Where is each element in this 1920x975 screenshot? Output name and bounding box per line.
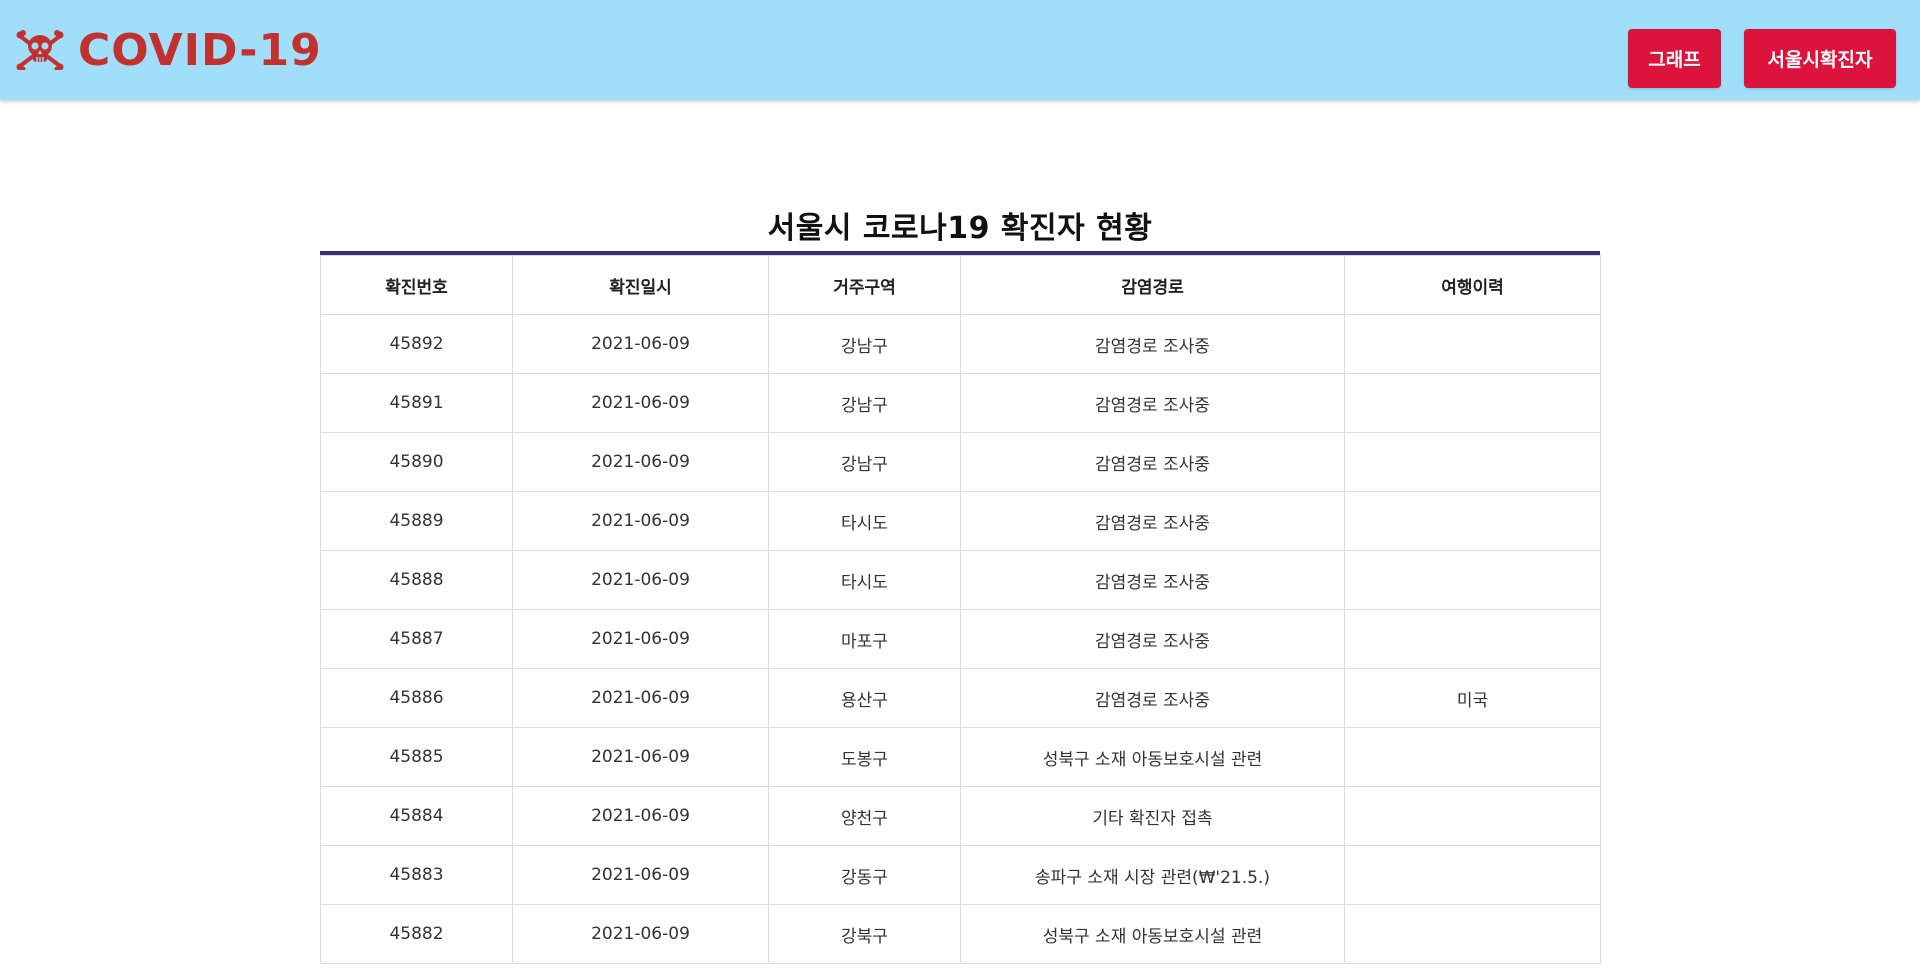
cell-travel-history [1344, 314, 1601, 374]
cell-travel-history [1344, 845, 1601, 905]
cell-district: 강남구 [768, 373, 961, 433]
cell-date: 2021-06-09 [512, 491, 769, 551]
logo-text: COVID-19 [78, 24, 322, 76]
table-row: 45884 2021-06-09 양천구 기타 확진자 접촉 [320, 786, 1601, 846]
cell-date: 2021-06-09 [512, 609, 769, 669]
table-row: 45885 2021-06-09 도봉구 성북구 소재 아동보호시설 관련 [320, 727, 1601, 787]
cell-district: 양천구 [768, 786, 961, 846]
cell-infection-route: 감염경로 조사중 [960, 491, 1345, 551]
cell-travel-history [1344, 786, 1601, 846]
cell-travel-history [1344, 491, 1601, 551]
table-row: 45887 2021-06-09 마포구 감염경로 조사중 [320, 609, 1601, 669]
cell-date: 2021-06-09 [512, 550, 769, 610]
cell-case-number: 45885 [320, 727, 513, 787]
cell-infection-route: 성북구 소재 아동보호시설 관련 [960, 727, 1345, 787]
cell-case-number: 45884 [320, 786, 513, 846]
cell-district: 용산구 [768, 668, 961, 728]
cases-table-container: 확진번호 확진일시 거주구역 감염경로 여행이력 45892 2021-06-0… [320, 251, 1601, 964]
cell-case-number: 45892 [320, 314, 513, 374]
table-row: 45888 2021-06-09 타시도 감염경로 조사중 [320, 550, 1601, 610]
cell-district: 타시도 [768, 491, 961, 551]
cell-infection-route: 감염경로 조사중 [960, 550, 1345, 610]
cell-case-number: 45889 [320, 491, 513, 551]
cell-date: 2021-06-09 [512, 373, 769, 433]
cell-district: 강남구 [768, 314, 961, 374]
column-header-district: 거주구역 [768, 255, 961, 315]
cell-district: 도봉구 [768, 727, 961, 787]
cell-case-number: 45891 [320, 373, 513, 433]
cell-travel-history [1344, 550, 1601, 610]
cell-infection-route: 성북구 소재 아동보호시설 관련 [960, 904, 1345, 964]
table-row: 45882 2021-06-09 강북구 성북구 소재 아동보호시설 관련 [320, 904, 1601, 964]
cell-case-number: 45882 [320, 904, 513, 964]
cell-infection-route: 감염경로 조사중 [960, 609, 1345, 669]
table-row: 45890 2021-06-09 강남구 감염경로 조사중 [320, 432, 1601, 492]
cell-date: 2021-06-09 [512, 845, 769, 905]
cell-date: 2021-06-09 [512, 432, 769, 492]
cell-date: 2021-06-09 [512, 786, 769, 846]
graph-button[interactable]: 그래프 [1628, 29, 1721, 88]
logo[interactable]: COVID-19 [16, 22, 322, 78]
cell-district: 타시도 [768, 550, 961, 610]
column-header-infection-route: 감염경로 [960, 255, 1345, 315]
cell-district: 강북구 [768, 904, 961, 964]
cell-date: 2021-06-09 [512, 314, 769, 374]
table-row: 45892 2021-06-09 강남구 감염경로 조사중 [320, 314, 1601, 374]
table-header-row: 확진번호 확진일시 거주구역 감염경로 여행이력 [320, 255, 1601, 315]
cell-case-number: 45886 [320, 668, 513, 728]
cell-district: 마포구 [768, 609, 961, 669]
column-header-date: 확진일시 [512, 255, 769, 315]
table-header: 확진번호 확진일시 거주구역 감염경로 여행이력 [320, 255, 1601, 315]
cell-travel-history [1344, 373, 1601, 433]
cell-travel-history [1344, 904, 1601, 964]
cell-infection-route: 감염경로 조사중 [960, 668, 1345, 728]
cell-district: 강동구 [768, 845, 961, 905]
cases-table: 확진번호 확진일시 거주구역 감염경로 여행이력 45892 2021-06-0… [320, 255, 1601, 964]
cell-date: 2021-06-09 [512, 668, 769, 728]
cell-infection-route: 감염경로 조사중 [960, 432, 1345, 492]
cell-infection-route: 기타 확진자 접촉 [960, 786, 1345, 846]
cell-district: 강남구 [768, 432, 961, 492]
page-title: 서울시 코로나19 확진자 현황 [767, 211, 1153, 246]
cell-infection-route: 송파구 소재 시장 관련(₩'21.5.) [960, 845, 1345, 905]
skull-crossbones-icon [16, 30, 64, 72]
table-row: 45883 2021-06-09 강동구 송파구 소재 시장 관련(₩'21.5… [320, 845, 1601, 905]
cell-travel-history [1344, 727, 1601, 787]
column-header-travel-history: 여행이력 [1344, 255, 1601, 315]
cell-infection-route: 감염경로 조사중 [960, 373, 1345, 433]
cell-case-number: 45883 [320, 845, 513, 905]
cell-infection-route: 감염경로 조사중 [960, 314, 1345, 374]
column-header-case-number: 확진번호 [320, 255, 513, 315]
table-row: 45891 2021-06-09 강남구 감염경로 조사중 [320, 373, 1601, 433]
cell-case-number: 45887 [320, 609, 513, 669]
top-header: COVID-19 그래프 서울시확진자 [0, 0, 1920, 100]
cell-date: 2021-06-09 [512, 727, 769, 787]
seoul-cases-button[interactable]: 서울시확진자 [1744, 29, 1896, 88]
cell-travel-history [1344, 609, 1601, 669]
cell-travel-history: 미국 [1344, 668, 1601, 728]
cell-date: 2021-06-09 [512, 904, 769, 964]
table-row: 45886 2021-06-09 용산구 감염경로 조사중 미국 [320, 668, 1601, 728]
table-row: 45889 2021-06-09 타시도 감염경로 조사중 [320, 491, 1601, 551]
cell-case-number: 45888 [320, 550, 513, 610]
table-body: 45892 2021-06-09 강남구 감염경로 조사중 45891 2021… [320, 314, 1601, 964]
cell-travel-history [1344, 432, 1601, 492]
cell-case-number: 45890 [320, 432, 513, 492]
